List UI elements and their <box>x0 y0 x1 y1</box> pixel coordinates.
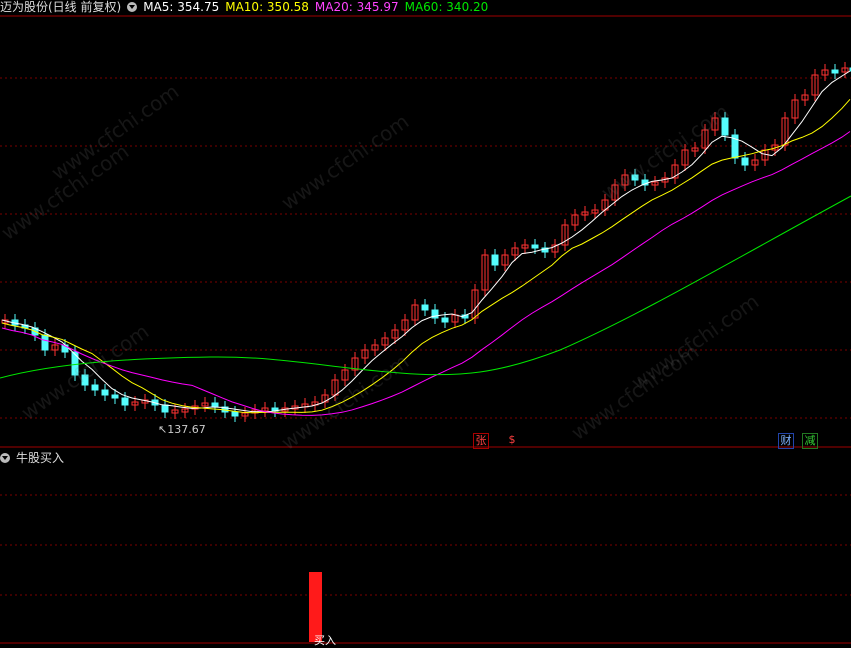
indicator-dropdown-icon[interactable] <box>0 453 10 463</box>
ma20-line <box>1 131 851 416</box>
candle-body <box>231 411 239 417</box>
badge-cai[interactable]: 财 <box>778 433 794 449</box>
candle-body <box>741 157 749 166</box>
low-price-marker: ↖137.67 <box>158 423 206 436</box>
arrow-left-icon: ↖ <box>158 423 168 436</box>
candle-body <box>111 394 119 399</box>
candle-body <box>531 244 539 249</box>
badge-dollar[interactable]: $ <box>505 433 519 447</box>
candle-body <box>121 397 129 406</box>
badge-jian-text: 减 <box>804 434 816 447</box>
candle-body <box>441 317 449 323</box>
indicator-title: 牛股买入 <box>16 451 65 465</box>
indicator-header: 牛股买入 <box>0 451 70 467</box>
badge-dollar-text: $ <box>508 433 516 446</box>
candle-body <box>91 384 99 391</box>
candle-body <box>101 389 109 396</box>
badge-zhang-text: 张 <box>475 434 487 447</box>
candle-body <box>421 304 429 311</box>
badge-cai-text: 财 <box>780 434 792 447</box>
low-price-value: 137.67 <box>167 423 206 436</box>
candle-body <box>491 254 499 266</box>
buy-signal-label: 买入 <box>314 634 336 647</box>
candle-body <box>41 334 49 351</box>
badge-zhang[interactable]: 张 <box>473 433 489 449</box>
candle-body <box>831 69 839 74</box>
candle-body <box>211 402 219 408</box>
candle-body <box>161 404 169 413</box>
badge-jian[interactable]: 减 <box>802 433 818 449</box>
